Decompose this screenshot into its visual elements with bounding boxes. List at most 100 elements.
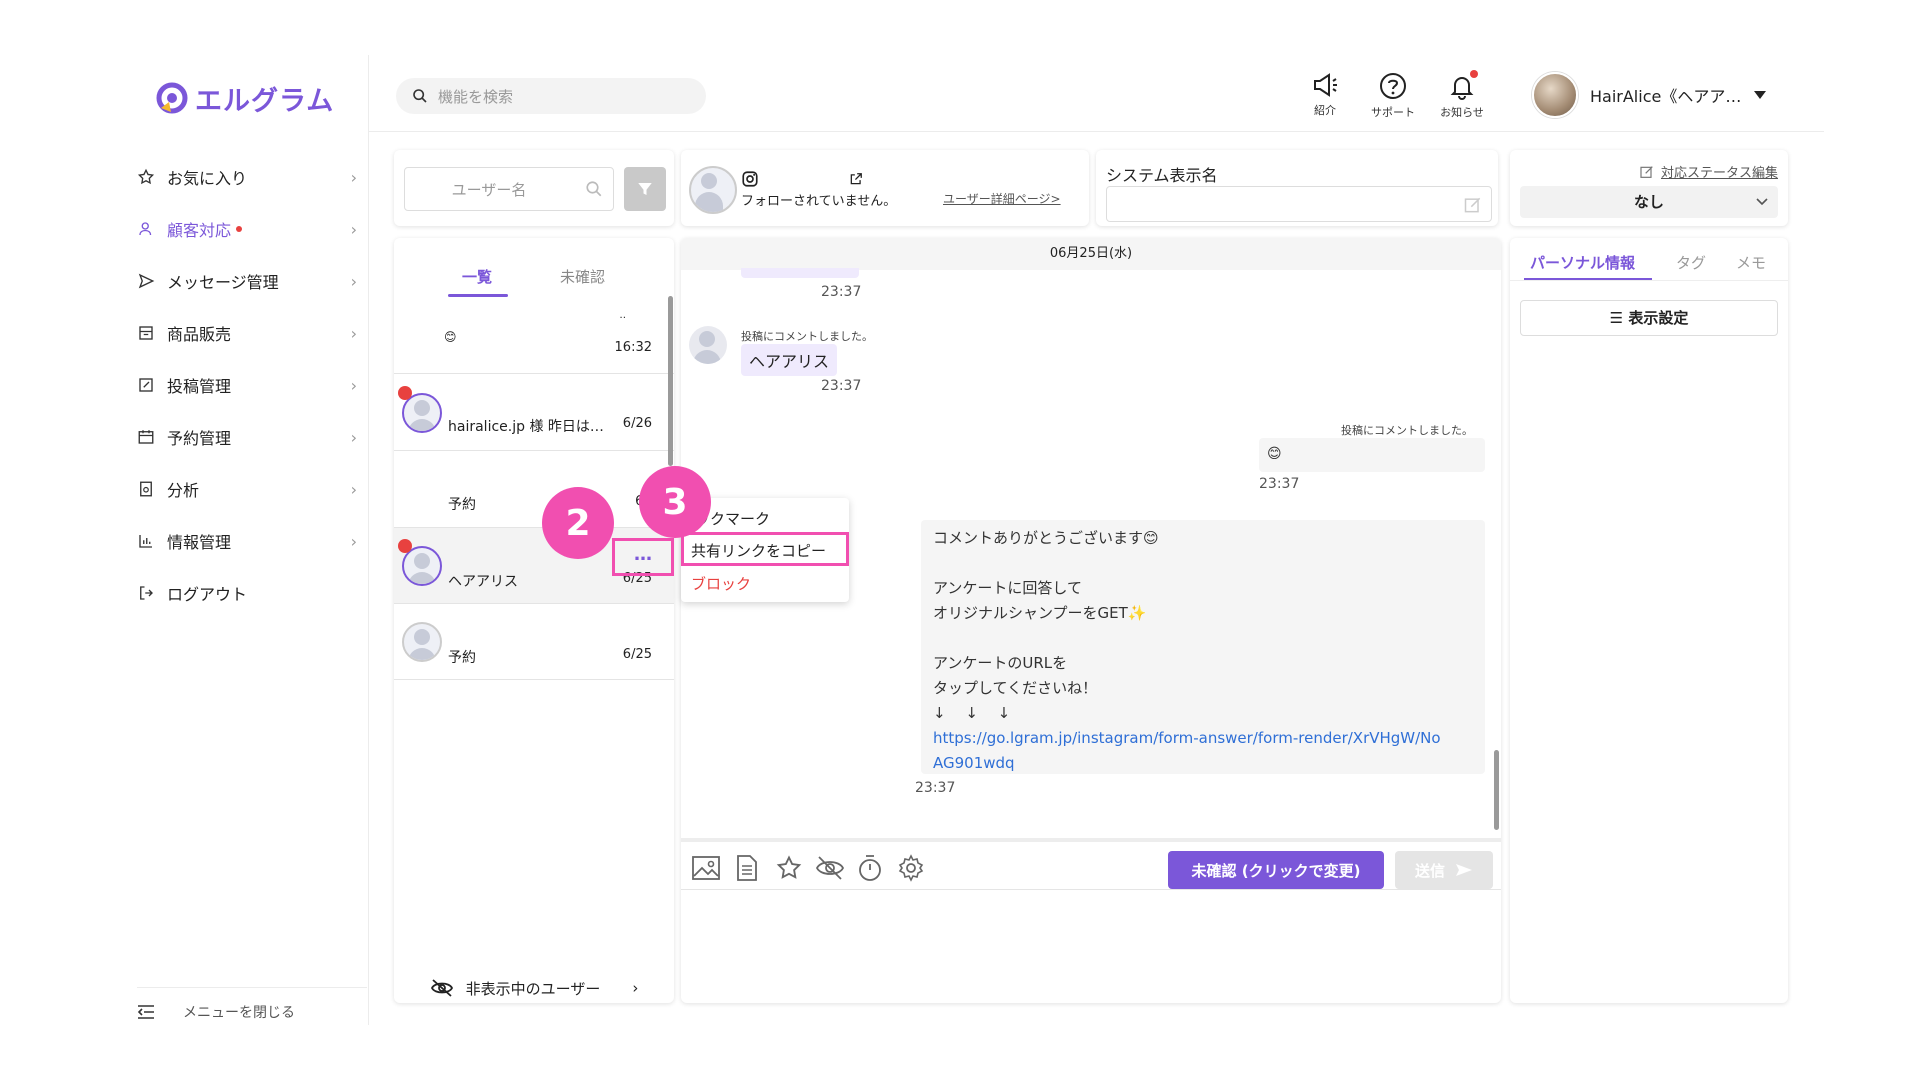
logout-icon <box>135 584 157 602</box>
chevron-right-icon: › <box>350 219 357 239</box>
avatar <box>689 326 727 364</box>
info-panel: パーソナル情報 タグ メモ ☰ 表示設定 <box>1510 238 1788 1003</box>
more-options-button[interactable]: … <box>634 544 652 565</box>
list-item[interactable]: 予約 6/2 <box>394 452 674 528</box>
app-name: エルグラム <box>195 86 335 117</box>
send-button[interactable]: 送信 <box>1395 851 1493 889</box>
message-time: 23:37 <box>915 780 956 796</box>
tab-unconfirmed[interactable]: 未確認 <box>560 266 605 287</box>
status-edit-label: 対応ステータス編集 <box>1660 166 1778 181</box>
list-item[interactable]: 予約 6/25 <box>394 604 674 680</box>
sidebar-item-posts[interactable]: 投稿管理 › <box>135 359 359 411</box>
chat-scrollbar[interactable] <box>1494 750 1499 830</box>
tab-divider <box>1510 280 1788 281</box>
sidebar-item-sales[interactable]: 商品販売 › <box>135 307 359 359</box>
filter-icon <box>638 183 652 195</box>
unread-dot <box>398 539 412 553</box>
list-item[interactable]: hairalice.jp 様 昨日は… 6/26 <box>394 375 674 451</box>
caret-down-icon <box>1754 91 1767 99</box>
menu-item-block[interactable]: ブロック <box>691 573 751 594</box>
chevron-right-icon: › <box>632 979 639 997</box>
avatar <box>402 622 442 662</box>
display-settings-button[interactable]: ☰ 表示設定 <box>1520 300 1778 336</box>
chevron-right-icon: › <box>350 375 357 395</box>
unread-dot <box>398 386 412 400</box>
sidebar: エルグラム お気に入り › 顧客対応 › メッセージ管理 › 商品販売 › 投稿… <box>113 55 369 1025</box>
user-name: 予約 <box>448 497 476 513</box>
menu-item-copy-share-link[interactable]: 共有リンクをコピー <box>691 540 826 561</box>
message-line <box>933 551 1473 576</box>
sidebar-item-label: 顧客対応 <box>167 221 232 240</box>
notifications-button[interactable]: お知らせ <box>1434 70 1490 120</box>
user-list-scrollbar[interactable] <box>668 296 673 466</box>
message-bubble-reply: コメントありがとうございます😊 アンケートに回答して オリジナルシャンプーをGE… <box>921 520 1485 774</box>
referral-button[interactable]: 紹介 <box>1297 72 1353 118</box>
filter-button[interactable] <box>624 167 666 211</box>
row-extra: ‥ <box>619 310 626 321</box>
user-name: 😊 <box>444 330 457 344</box>
system-name-input[interactable] <box>1106 186 1492 222</box>
sidebar-item-analytics[interactable]: 分析 › <box>135 463 359 515</box>
username-placeholder: ユーザー名 <box>451 180 527 199</box>
form-link[interactable]: AG901wdq <box>933 751 1473 776</box>
sidebar-item-logout[interactable]: ログアウト <box>135 567 359 619</box>
header-divider <box>369 131 1824 132</box>
status-edit-link[interactable]: 対応ステータス編集 <box>1639 162 1778 181</box>
collapse-menu-icon <box>137 1005 154 1019</box>
status-panel: 対応ステータス編集 なし <box>1510 150 1788 226</box>
account-menu[interactable]: HairAlice《ヘアア… <box>1532 72 1767 118</box>
status-select[interactable]: なし <box>1520 186 1778 218</box>
search-icon <box>413 89 427 103</box>
logo-icon <box>156 82 188 113</box>
hidden-users-button[interactable]: 非表示中のユーザー › <box>394 970 674 1006</box>
chat-panel: 06月25日(水) 23:37 投稿にコメントしました。 ヘアアリス 23:37… <box>681 238 1501 1003</box>
row-time: 16:32 <box>614 340 652 355</box>
unconfirmed-toggle-button[interactable]: 未確認 (クリックで変更) <box>1168 851 1384 889</box>
notification-dot <box>236 226 243 232</box>
sidebar-item-favorites[interactable]: お気に入り › <box>135 151 359 203</box>
sidebar-item-label: 分析 <box>167 481 200 500</box>
close-menu-button[interactable]: メニューを閉じる <box>137 987 367 1022</box>
status-value: なし <box>1633 193 1664 211</box>
tab-personal-info[interactable]: パーソナル情報 <box>1530 252 1635 273</box>
eye-off-icon[interactable] <box>815 854 845 882</box>
sidebar-item-reservations[interactable]: 予約管理 › <box>135 411 359 463</box>
eye-off-icon <box>430 979 453 997</box>
sidebar-item-customer-support[interactable]: 顧客対応 › <box>135 203 359 255</box>
document-icon[interactable] <box>735 854 759 882</box>
tab-tags[interactable]: タグ <box>1676 252 1706 273</box>
list-item[interactable]: 😊 ‥ 16:32 <box>394 298 674 374</box>
chevron-right-icon: › <box>350 323 357 343</box>
chevron-right-icon: › <box>350 479 357 499</box>
sidebar-item-messages[interactable]: メッセージ管理 › <box>135 255 359 307</box>
store-icon <box>135 324 157 342</box>
message-line: タップしてくださいね！ <box>933 679 1098 697</box>
app-logo[interactable]: エルグラム <box>155 79 334 118</box>
message-line: アンケートのURLを <box>933 654 1068 672</box>
row-date: 6/25 <box>622 647 652 662</box>
message-line: アンケートに回答して <box>933 579 1082 597</box>
help-icon <box>1380 73 1406 99</box>
username-search-input[interactable]: ユーザー名 <box>404 167 614 211</box>
image-icon[interactable] <box>691 854 721 882</box>
sidebar-item-label: 情報管理 <box>167 533 232 552</box>
tab-all[interactable]: 一覧 <box>462 266 492 287</box>
tab-memo[interactable]: メモ <box>1736 252 1766 273</box>
user-detail-link[interactable]: ユーザー詳細ページ> <box>943 190 1061 207</box>
message-line: ↓ ↓ ↓ <box>933 704 1011 722</box>
person-icon <box>135 220 157 238</box>
feature-search-input[interactable]: 機能を検索 <box>396 78 706 114</box>
support-button[interactable]: サポート <box>1365 72 1421 120</box>
user-name: hairalice.jp 様 昨日は… <box>448 419 604 435</box>
sidebar-item-info[interactable]: 情報管理 › <box>135 515 359 567</box>
referral-label: 紹介 <box>1314 104 1336 117</box>
star-icon[interactable] <box>775 854 803 882</box>
gear-icon[interactable] <box>897 854 925 882</box>
sidebar-item-label: 商品販売 <box>167 325 232 344</box>
chart-icon <box>135 532 157 550</box>
message-time: 23:37 <box>821 284 862 300</box>
message-line: コメントありがとうございます😊 <box>933 529 1159 547</box>
form-link[interactable]: https://go.lgram.jp/instagram/form-answe… <box>933 726 1473 751</box>
timer-icon[interactable] <box>857 854 883 882</box>
notification-dot <box>1470 70 1478 78</box>
